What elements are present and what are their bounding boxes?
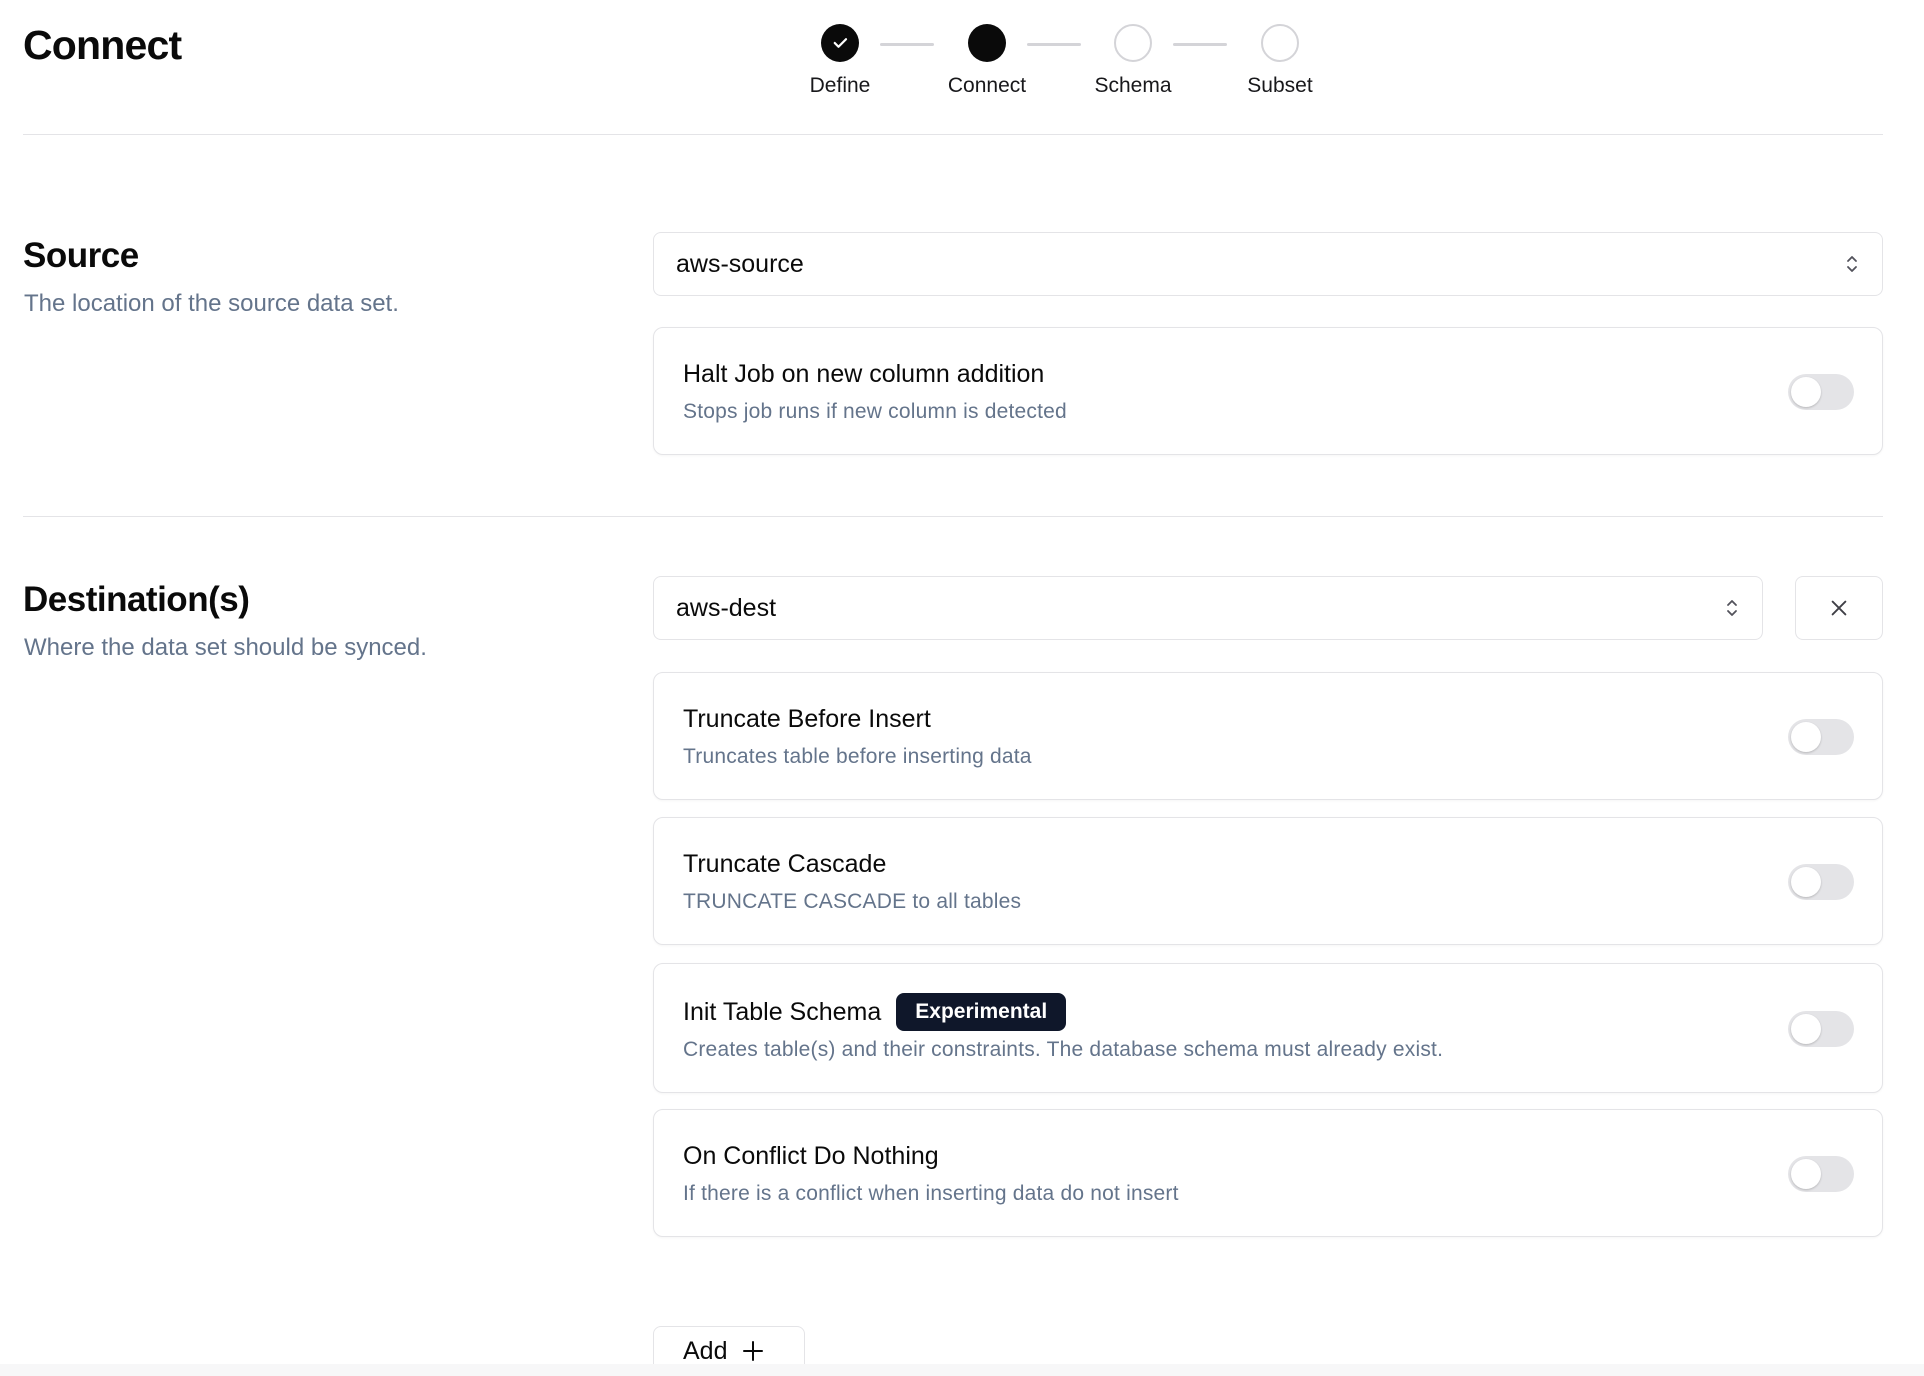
source-section-description: The location of the source data set. [24, 290, 399, 317]
source-connection-select[interactable]: aws-source [653, 232, 1883, 296]
page-title: Connect [23, 22, 182, 68]
toggle-knob [1791, 867, 1821, 897]
connect-page: Connect Define Connect Schema Subset Sou… [0, 0, 1924, 1376]
option-description: TRUNCATE CASCADE to all tables [683, 890, 1022, 913]
step-connect[interactable]: Connect [927, 24, 1047, 98]
option-title: On Conflict Do Nothing [683, 1142, 939, 1170]
option-title: Halt Job on new column addition [683, 360, 1045, 388]
add-button-label: Add [683, 1336, 728, 1365]
step-current-indicator [968, 24, 1006, 62]
option-title: Truncate Before Insert [683, 705, 931, 733]
destination-section-title: Destination(s) [23, 580, 250, 619]
step-connector [1173, 43, 1227, 46]
destination-section-description: Where the data set should be synced. [24, 634, 427, 661]
init-table-schema-toggle[interactable] [1788, 1011, 1854, 1047]
step-define[interactable]: Define [780, 24, 900, 98]
step-label: Connect [947, 74, 1027, 97]
toggle-knob [1791, 377, 1821, 407]
step-completed-indicator [821, 24, 859, 62]
close-icon [1831, 600, 1847, 616]
remove-destination-button[interactable] [1795, 576, 1883, 640]
halt-job-toggle[interactable] [1788, 374, 1854, 410]
section-divider [23, 516, 1883, 517]
option-title: Init Table Schema [683, 997, 882, 1026]
option-title-row: Init Table Schema Experimental [683, 993, 1067, 1031]
step-label: Schema [1094, 74, 1172, 97]
option-description: Creates table(s) and their constraints. … [683, 1038, 1444, 1061]
chevrons-up-down-icon [1724, 596, 1740, 620]
option-description: Truncates table before inserting data [683, 745, 1032, 768]
option-truncate-cascade: Truncate Cascade TRUNCATE CASCADE to all… [653, 817, 1883, 945]
toggle-knob [1791, 1014, 1821, 1044]
check-icon [833, 38, 848, 48]
step-subset[interactable]: Subset [1220, 24, 1340, 98]
step-upcoming-indicator [1261, 24, 1299, 62]
chevrons-up-down-icon [1844, 252, 1860, 276]
option-halt-on-new-column: Halt Job on new column addition Stops jo… [653, 327, 1883, 455]
option-description: If there is a conflict when inserting da… [683, 1182, 1179, 1205]
header-divider [23, 134, 1883, 135]
step-connector [880, 43, 934, 46]
bottom-edge [0, 1364, 1924, 1376]
plus-icon [741, 1339, 765, 1363]
truncate-before-insert-toggle[interactable] [1788, 719, 1854, 755]
progress-stepper: Define Connect Schema Subset [780, 24, 1313, 114]
toggle-knob [1791, 722, 1821, 752]
option-truncate-before-insert: Truncate Before Insert Truncates table b… [653, 672, 1883, 800]
on-conflict-do-nothing-toggle[interactable] [1788, 1156, 1854, 1192]
option-description: Stops job runs if new column is detected [683, 400, 1067, 423]
option-init-table-schema: Init Table Schema Experimental Creates t… [653, 963, 1883, 1093]
step-label: Subset [1247, 74, 1313, 97]
select-value: aws-source [676, 249, 804, 278]
truncate-cascade-toggle[interactable] [1788, 864, 1854, 900]
option-title: Truncate Cascade [683, 850, 887, 878]
step-upcoming-indicator [1114, 24, 1152, 62]
option-on-conflict-do-nothing: On Conflict Do Nothing If there is a con… [653, 1109, 1883, 1237]
experimental-badge: Experimental [896, 993, 1067, 1031]
step-schema[interactable]: Schema [1073, 24, 1193, 98]
source-section-title: Source [23, 236, 139, 275]
select-value: aws-dest [676, 593, 777, 622]
toggle-knob [1791, 1159, 1821, 1189]
destination-connection-select[interactable]: aws-dest [653, 576, 1763, 640]
step-label: Define [809, 74, 871, 97]
